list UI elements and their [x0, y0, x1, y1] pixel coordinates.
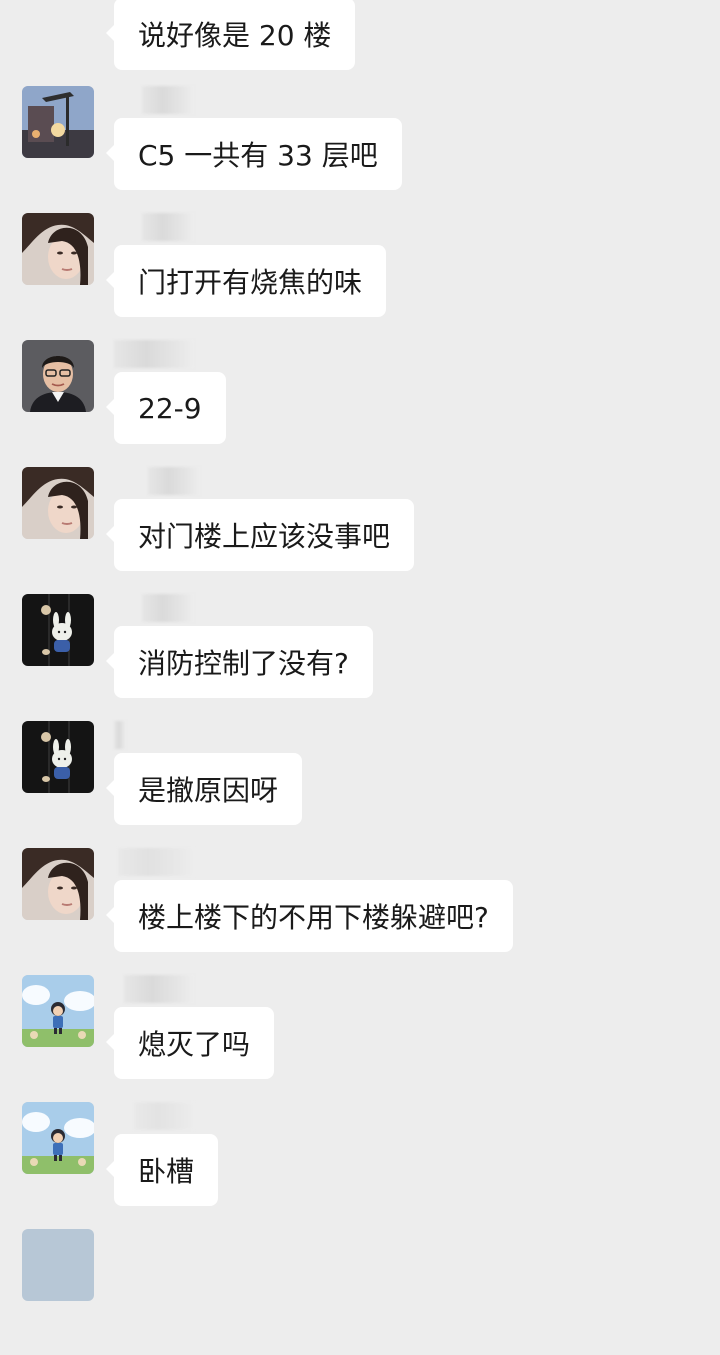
- redaction-blur: [114, 721, 126, 749]
- message-text: 门打开有烧焦的味: [138, 266, 363, 299]
- message-text: 熄灭了吗: [138, 1028, 251, 1061]
- message-bubble[interactable]: 说好像是 20 楼: [105, 0, 356, 70]
- sender-name-redacted: [114, 1102, 194, 1130]
- plush-bunny-avatar[interactable]: [22, 721, 94, 793]
- message-bubble[interactable]: 对门楼上应该没事吧: [105, 499, 415, 571]
- sender-name-redacted: [114, 721, 194, 749]
- sender-name-redacted: [114, 86, 194, 114]
- chat-message-list[interactable]: 说好像是 20 楼 C5 一共有 33 层吧 门打开有烧焦的味 22-9 对门楼…: [0, 0, 720, 1301]
- redaction-blur: [124, 975, 194, 1003]
- redaction-blur: [142, 86, 194, 114]
- message-text: 22-9: [138, 391, 202, 425]
- cartoon-kid-avatar[interactable]: [22, 1102, 94, 1174]
- sender-name-redacted: [114, 340, 194, 368]
- message-bubble[interactable]: 是撤原因呀: [105, 753, 303, 825]
- redaction-blur: [114, 340, 194, 368]
- message-bubble[interactable]: 卧槽: [105, 1134, 219, 1206]
- chat-message: 熄灭了吗: [0, 975, 720, 1101]
- woman-portrait-avatar[interactable]: [22, 467, 94, 539]
- chat-message: 楼上楼下的不用下楼躲避吧?: [0, 848, 720, 974]
- woman-portrait-avatar[interactable]: [22, 848, 94, 920]
- woman-portrait-avatar[interactable]: [22, 213, 94, 285]
- message-bubble[interactable]: C5 一共有 33 层吧: [106, 118, 402, 190]
- sender-name-redacted: [114, 975, 194, 1003]
- cartoon-kid-avatar[interactable]: [22, 975, 94, 1047]
- message-text: 消防控制了没有?: [138, 647, 349, 680]
- sender-name-partial: [122, 721, 170, 741]
- chat-message: 22-9: [0, 340, 720, 466]
- sender-name-redacted: [114, 848, 194, 876]
- message-text: 是撤原因呀: [138, 774, 279, 807]
- message-text: 说好像是 20 楼: [138, 19, 332, 52]
- redaction-blur: [134, 1102, 194, 1130]
- message-bubble[interactable]: 门打开有烧焦的味: [105, 245, 387, 317]
- message-bubble[interactable]: 22-9: [106, 372, 226, 444]
- chat-message: 是撤原因呀: [0, 721, 720, 847]
- message-text: 卧槽: [138, 1155, 195, 1188]
- message-text: C5 一共有 33 层吧: [138, 139, 378, 172]
- sender-name-redacted: [114, 467, 200, 495]
- chat-message: C5 一共有 33 层吧: [0, 86, 720, 212]
- man-glasses-avatar[interactable]: [22, 340, 94, 412]
- plush-bunny-avatar[interactable]: [22, 594, 94, 666]
- redaction-blur: [142, 213, 194, 241]
- chat-message: 消防控制了没有?: [0, 594, 720, 720]
- street-lamp-avatar[interactable]: [22, 86, 94, 158]
- message-bubble[interactable]: 熄灭了吗: [105, 1007, 275, 1079]
- redaction-blur: [142, 594, 194, 622]
- message-bubble[interactable]: 楼上楼下的不用下楼躲避吧?: [106, 880, 513, 952]
- chat-message: 说好像是 20 楼: [0, 0, 720, 70]
- sender-name-redacted: [114, 213, 194, 241]
- chat-message: 门打开有烧焦的味: [0, 213, 720, 339]
- chat-message: 对门楼上应该没事吧: [0, 467, 720, 593]
- avatar[interactable]: [22, 1229, 94, 1301]
- message-bubble[interactable]: 消防控制了没有?: [106, 626, 373, 698]
- message-text: 对门楼上应该没事吧: [138, 520, 391, 553]
- redaction-blur: [118, 848, 194, 876]
- sender-name-redacted: [114, 594, 194, 622]
- chat-message: [0, 1229, 720, 1355]
- chat-message: 卧槽: [0, 1102, 720, 1228]
- message-text: 楼上楼下的不用下楼躲避吧?: [138, 901, 489, 934]
- redaction-blur: [148, 467, 200, 495]
